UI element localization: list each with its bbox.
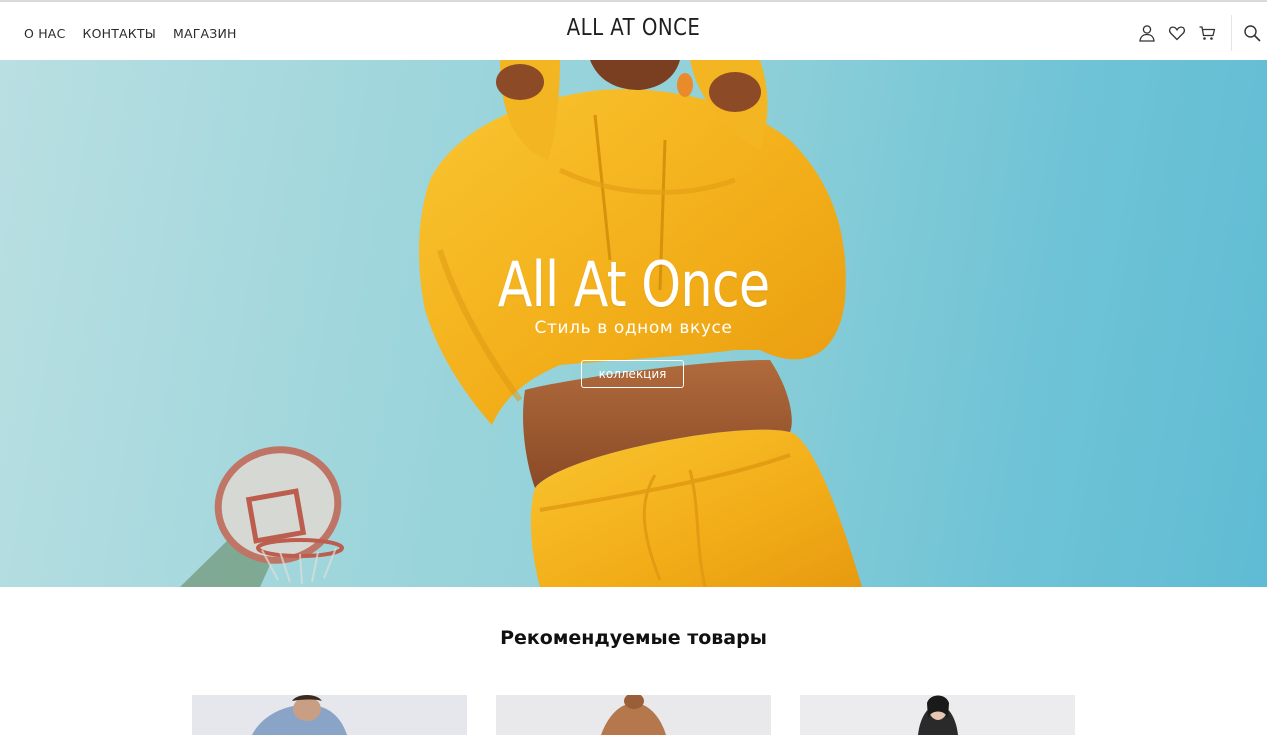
collection-button[interactable]: коллекция	[581, 360, 684, 388]
cart-icon	[1199, 26, 1216, 40]
featured-products-heading: Рекомендуемые товары	[500, 627, 767, 649]
hero-banner: All At Once Стиль в одном вкусе коллекци…	[0, 60, 1267, 587]
account-button[interactable]	[1132, 18, 1162, 48]
heart-icon	[1168, 26, 1186, 41]
product-card[interactable]	[496, 695, 771, 735]
site-logo[interactable]: ALL AT ONCE	[89, 15, 1179, 41]
site-header: О НАС КОНТАКТЫ МАГАЗИН ALL AT ONCE	[0, 2, 1267, 60]
search-button[interactable]	[1237, 18, 1267, 48]
product-grid	[192, 695, 1075, 735]
product-card[interactable]	[192, 695, 467, 735]
user-icon	[1139, 25, 1155, 42]
basketball-hoop	[180, 446, 344, 587]
product-card[interactable]	[800, 695, 1075, 735]
product-image	[192, 695, 467, 735]
icon-divider	[1231, 15, 1232, 51]
hero-title: All At Once	[497, 248, 770, 321]
nav-about-link[interactable]: О НАС	[24, 26, 66, 41]
product-image	[800, 695, 1075, 735]
header-icons	[1132, 15, 1267, 51]
search-icon	[1244, 25, 1261, 42]
hero-subtitle: Стиль в одном вкусе	[534, 318, 733, 338]
wishlist-button[interactable]	[1162, 18, 1192, 48]
product-image	[496, 695, 771, 735]
cart-button[interactable]	[1192, 18, 1222, 48]
